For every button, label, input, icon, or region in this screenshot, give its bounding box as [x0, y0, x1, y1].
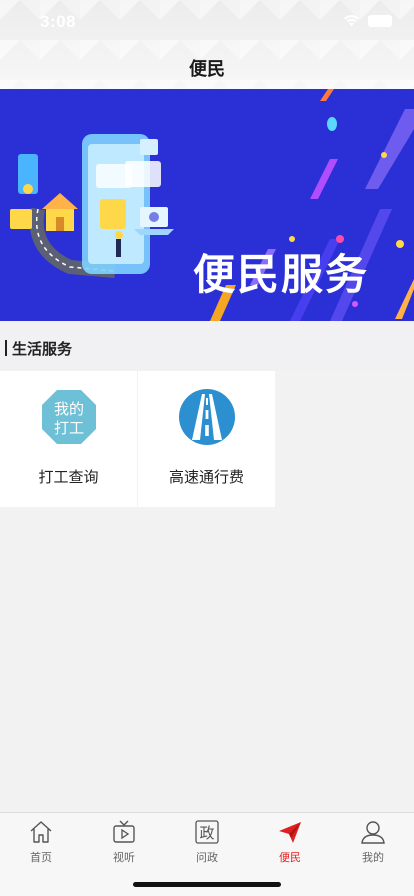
tab-label: 我的: [362, 851, 384, 864]
wifi-icon: [344, 15, 359, 27]
tv-icon: [113, 820, 135, 843]
home-indicator[interactable]: [133, 882, 281, 887]
page-title: 便民: [189, 59, 225, 80]
politics-icon: 政: [195, 820, 219, 844]
politics-icon-text: 政: [199, 824, 214, 842]
tab-label: 视听: [113, 851, 135, 864]
highway-icon: [178, 389, 235, 445]
my-work-icon-text-1: 我的: [53, 400, 83, 418]
service-card-work-query[interactable]: 我的 打工 打工查询: [0, 371, 137, 507]
tab-convenience[interactable]: 便民: [249, 819, 331, 865]
section-title: 生活服务: [12, 340, 73, 358]
home-icon: [30, 821, 52, 843]
my-work-icon: 我的 打工: [41, 390, 96, 444]
status-indicators: [343, 14, 392, 27]
banner[interactable]: 便民服务: [0, 89, 414, 321]
tab-mine[interactable]: 我的: [332, 819, 414, 865]
tab-politics[interactable]: 政 问政: [166, 819, 248, 865]
tab-home[interactable]: 首页: [0, 819, 82, 865]
tab-label: 首页: [30, 851, 52, 864]
tab-label: 问政: [196, 851, 218, 864]
service-label: 高速通行费: [168, 468, 244, 486]
tab-label: 便民: [279, 851, 301, 864]
header: 3:08 便民: [0, 0, 414, 89]
service-label: 打工查询: [38, 468, 99, 486]
service-card-highway-toll[interactable]: 高速通行费: [138, 371, 275, 507]
battery-icon: [368, 14, 392, 27]
status-time: 3:08: [40, 12, 77, 31]
user-icon: [361, 821, 385, 844]
paper-plane-icon: [279, 822, 301, 843]
my-work-icon-text-2: 打工: [53, 419, 83, 437]
tab-video[interactable]: 视听: [83, 819, 165, 865]
section-bar: [5, 340, 7, 356]
banner-title: 便民服务: [193, 250, 370, 299]
